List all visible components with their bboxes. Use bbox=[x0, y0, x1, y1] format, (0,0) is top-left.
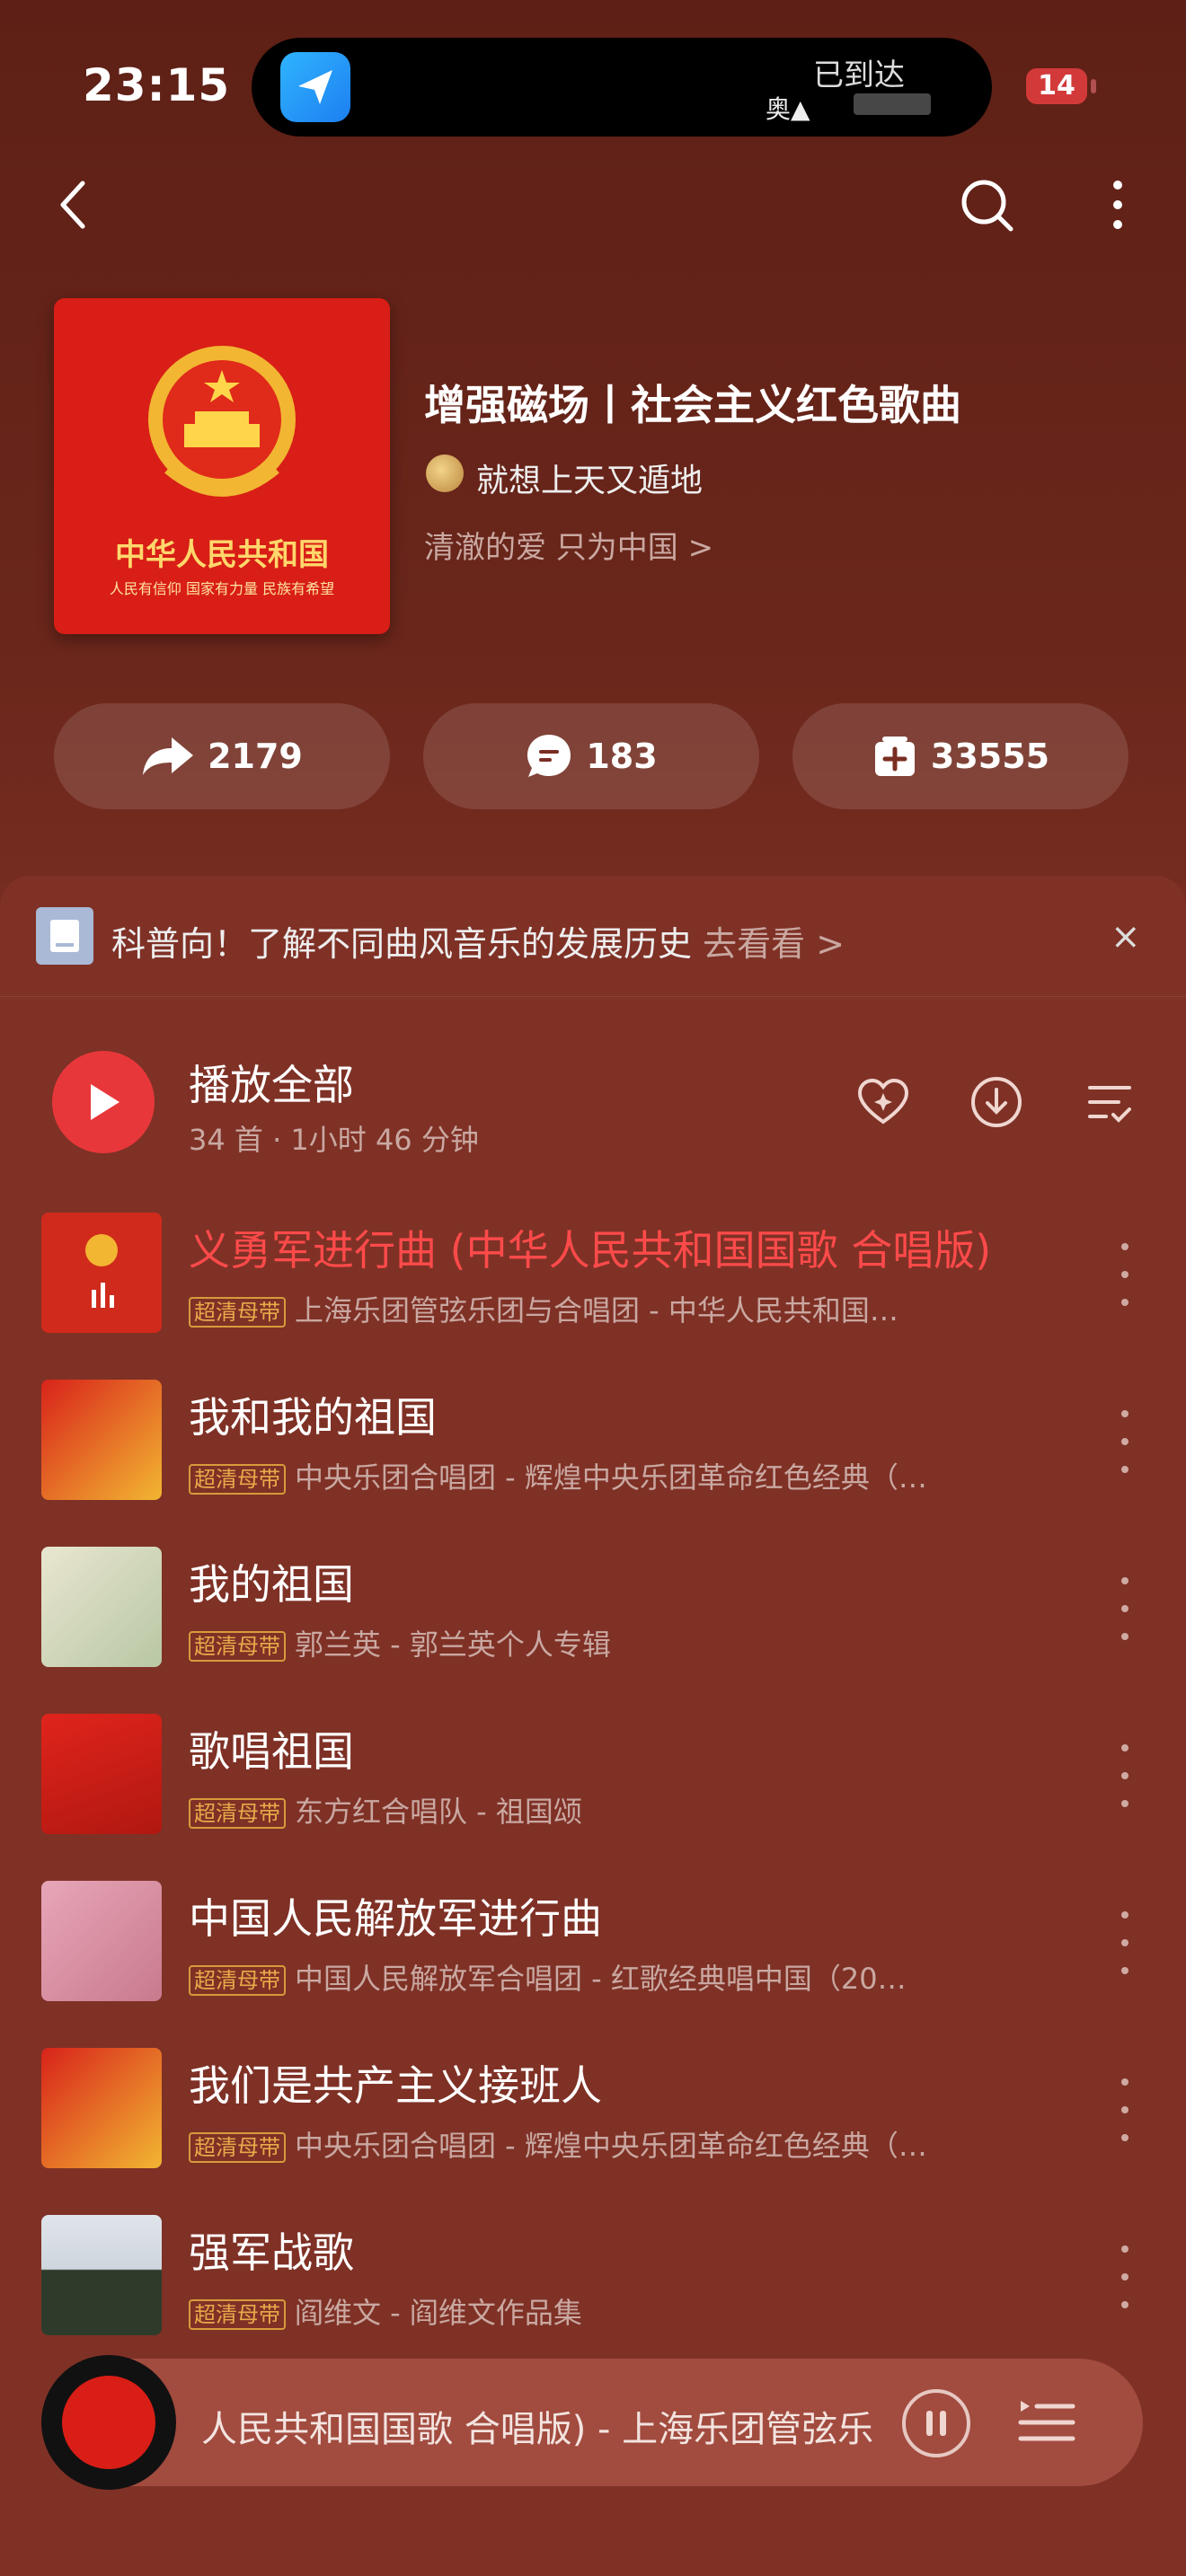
song-subtitle: 超清母带 上海乐团管弦乐团与合唱团 - 中华人民共和国… bbox=[189, 1288, 979, 1329]
album-art bbox=[41, 1213, 162, 1333]
download-icon[interactable] bbox=[967, 1072, 1026, 1132]
island-arrived-text: 已到达 bbox=[813, 57, 905, 93]
collect-count: 33555 bbox=[930, 737, 1050, 776]
quality-badge: 超清母带 bbox=[189, 1297, 286, 1328]
quality-badge: 超清母带 bbox=[189, 1965, 286, 1996]
quality-badge: 超清母带 bbox=[189, 1798, 286, 1829]
collect-button[interactable]: 33555 bbox=[792, 703, 1128, 809]
song-more-icon[interactable] bbox=[1107, 1410, 1143, 1473]
quality-badge: 超清母带 bbox=[189, 2132, 286, 2163]
song-subtitle: 超清母带 东方红合唱队 - 祖国颂 bbox=[189, 1789, 979, 1831]
album-art bbox=[41, 2048, 162, 2168]
play-all-label[interactable]: 播放全部 bbox=[189, 1053, 354, 1112]
multi-select-icon[interactable] bbox=[1080, 1072, 1139, 1132]
play-all-button[interactable] bbox=[52, 1051, 155, 1153]
playlist-cover[interactable]: 中华人民共和国 人民有信仰 国家有力量 民族有希望 bbox=[54, 298, 390, 634]
pause-button[interactable] bbox=[902, 2389, 970, 2457]
book-icon bbox=[36, 907, 93, 965]
song-subtitle: 超清母带 郭兰英 - 郭兰英个人专辑 bbox=[189, 1622, 979, 1663]
song-subtitle: 超清母带 中央乐团合唱团 - 辉煌中央乐团革命红色经典（… bbox=[189, 2123, 979, 2165]
playlist-title: 增强磁场丨社会主义红色歌曲 bbox=[424, 381, 961, 429]
song-more-icon[interactable] bbox=[1107, 1744, 1143, 1807]
tip-link[interactable]: 去看看 > bbox=[703, 924, 845, 964]
song-artist-album: 中央乐团合唱团 - 辉煌中央乐团革命红色经典（… bbox=[295, 1460, 927, 1495]
status-time: 23:15 bbox=[83, 59, 231, 111]
island-blurred-info bbox=[854, 93, 931, 115]
song-title: 中国人民解放军进行曲 bbox=[189, 1894, 602, 1943]
song-row[interactable]: 我的祖国 超清母带 郭兰英 - 郭兰英个人专辑 bbox=[0, 1547, 1186, 1714]
album-art bbox=[41, 1881, 162, 2001]
song-artist-album: 中国人民解放军合唱团 - 红歌经典唱中国（20… bbox=[295, 1962, 907, 1996]
comment-count: 183 bbox=[586, 737, 658, 776]
song-more-icon[interactable] bbox=[1107, 1577, 1143, 1640]
song-more-icon[interactable] bbox=[1107, 2078, 1143, 2141]
more-menu-icon[interactable] bbox=[1100, 176, 1136, 234]
song-more-icon[interactable] bbox=[1107, 1243, 1143, 1306]
song-row[interactable]: 我和我的祖国 超清母带 中央乐团合唱团 - 辉煌中央乐团革命红色经典（… bbox=[0, 1380, 1186, 1547]
playlist-meta: 34 首 · 1小时 46 分钟 bbox=[189, 1123, 479, 1157]
play-icon bbox=[91, 1084, 119, 1120]
cover-subtitle: 人民有信仰 国家有力量 民族有希望 bbox=[109, 580, 335, 597]
song-row[interactable]: 义勇军进行曲 (中华人民共和国国歌 合唱版) 超清母带 上海乐团管弦乐团与合唱团 … bbox=[0, 1213, 1186, 1380]
cover-title: 中华人民共和国 bbox=[115, 537, 329, 573]
album-art bbox=[41, 2215, 162, 2335]
now-playing-text[interactable]: 人民共和国国歌 合唱版) - 上海乐团管弦乐 bbox=[201, 2400, 884, 2452]
quality-badge: 超清母带 bbox=[189, 1464, 286, 1495]
pause-icon bbox=[926, 2411, 946, 2436]
comment-icon bbox=[527, 735, 571, 777]
battery-tip bbox=[1091, 79, 1096, 93]
song-artist-album: 郭兰英 - 郭兰英个人专辑 bbox=[295, 1628, 611, 1662]
quality-badge: 超清母带 bbox=[189, 2299, 286, 2330]
back-icon[interactable] bbox=[45, 176, 102, 234]
close-icon[interactable]: × bbox=[1111, 916, 1141, 957]
comment-button[interactable]: 183 bbox=[423, 703, 759, 809]
song-artist-album: 中央乐团合唱团 - 辉煌中央乐团革命红色经典（… bbox=[295, 2129, 927, 2163]
song-title: 我和我的祖国 bbox=[189, 1393, 437, 1442]
quality-badge: 超清母带 bbox=[189, 1631, 286, 1662]
tip-message: 科普向！了解不同曲风音乐的发展历史 bbox=[111, 924, 693, 964]
song-title: 歌唱祖国 bbox=[189, 1727, 354, 1776]
share-count: 2179 bbox=[208, 737, 303, 776]
song-title: 强军战歌 bbox=[189, 2228, 354, 2277]
song-title: 我们是共产主义接班人 bbox=[189, 2061, 602, 2110]
album-art bbox=[41, 1380, 162, 1500]
share-button[interactable]: 2179 bbox=[54, 703, 390, 809]
song-artist-album: 阎维文 - 阎维文作品集 bbox=[295, 2296, 582, 2330]
song-subtitle: 超清母带 中国人民解放军合唱团 - 红歌经典唱中国（20… bbox=[189, 1956, 979, 1998]
song-more-icon[interactable] bbox=[1107, 1911, 1143, 1974]
island-destination-text: 奥▲ bbox=[766, 94, 810, 124]
creator-avatar[interactable] bbox=[426, 454, 464, 492]
song-row[interactable]: 中国人民解放军进行曲 超清母带 中国人民解放军合唱团 - 红歌经典唱中国（20… bbox=[0, 1881, 1186, 2048]
song-row[interactable]: 强军战歌 超清母带 阎维文 - 阎维文作品集 bbox=[0, 2215, 1186, 2382]
playlist-tagline[interactable]: 清澈的爱 只为中国 > bbox=[424, 523, 713, 567]
tip-text[interactable]: 科普向！了解不同曲风音乐的发展历史 去看看 > bbox=[111, 916, 845, 966]
song-title: 我的祖国 bbox=[189, 1560, 354, 1609]
song-subtitle: 超清母带 阎维文 - 阎维文作品集 bbox=[189, 2290, 979, 2332]
share-icon bbox=[143, 737, 194, 775]
navigation-app-icon bbox=[280, 52, 350, 122]
song-subtitle: 超清母带 中央乐团合唱团 - 辉煌中央乐团革命红色经典（… bbox=[189, 1455, 979, 1496]
song-artist-album: 上海乐团管弦乐团与合唱团 - 中华人民共和国… bbox=[295, 1293, 898, 1328]
song-row[interactable]: 我们是共产主义接班人 超清母带 中央乐团合唱团 - 辉煌中央乐团革命红色经典（… bbox=[0, 2048, 1186, 2215]
song-title: 义勇军进行曲 (中华人民共和国国歌 合唱版) bbox=[189, 1226, 992, 1275]
song-row[interactable]: 歌唱祖国 超清母带 东方红合唱队 - 祖国颂 bbox=[0, 1714, 1186, 1881]
album-art bbox=[41, 1714, 162, 1834]
album-art bbox=[41, 1547, 162, 1667]
battery-indicator: 14 bbox=[1026, 68, 1087, 104]
collect-icon bbox=[874, 737, 915, 776]
creator-name[interactable]: 就想上天又遁地 bbox=[476, 454, 703, 501]
sparkle-heart-icon[interactable] bbox=[854, 1072, 913, 1132]
search-icon[interactable] bbox=[956, 174, 1019, 237]
song-more-icon[interactable] bbox=[1107, 2245, 1143, 2308]
national-emblem-icon bbox=[148, 346, 296, 497]
playlist-queue-icon[interactable] bbox=[1015, 2389, 1078, 2452]
song-artist-album: 东方红合唱队 - 祖国颂 bbox=[295, 1795, 582, 1829]
now-playing-disc[interactable] bbox=[41, 2355, 176, 2490]
